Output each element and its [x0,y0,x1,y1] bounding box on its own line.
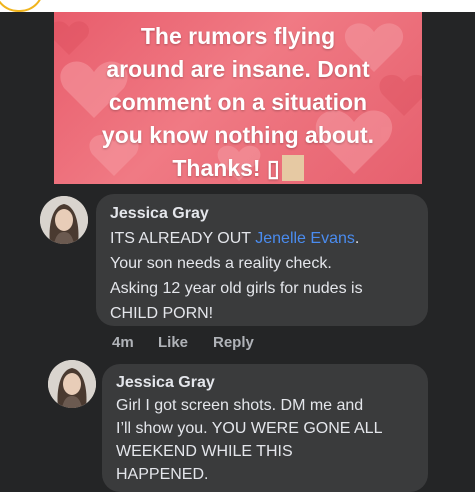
post-text-line: you know nothing about. [101,122,375,148]
comment-text-line: Girl I got screen shots. DM me and [116,397,364,414]
post-image[interactable]: The rumors flying around are insane. Don… [54,12,422,184]
comment-text-line: Your son needs a reality check. [110,255,332,272]
avatar-photo-icon [40,196,88,244]
mention-link[interactable]: Jenelle Evans [255,230,355,247]
bottom-strip [0,492,475,500]
post-text-thanks: Thanks! [172,155,261,181]
avatar[interactable] [40,196,88,244]
post-text-line: Thanks! ▯ [60,152,416,184]
post-text-line: The rumors flying [140,23,336,49]
emoji-icon [281,155,304,181]
comment-text: ITS ALREADY OUT [110,230,251,247]
comment-author[interactable]: Jessica Gray [110,205,209,223]
avatar-photo-icon [48,360,96,408]
emoji-placeholder-glyph: ▯ [266,155,280,181]
comment-author[interactable]: Jessica Gray [116,374,215,392]
comment-text-line: HAPPENED. [116,466,209,483]
comment-text-line: ITS ALREADY OUT Jenelle Evans. [110,227,359,251]
post-text-line: around are insane. Dont [106,56,370,82]
comment-text-line: Asking 12 year old girls for nudes is [110,280,363,297]
reply-button[interactable]: Reply [213,334,254,351]
comment-text-line: I’ll show you. YOU WERE GONE ALL [116,420,383,437]
post-text-line: comment on a situation [108,89,368,115]
like-button[interactable]: Like [158,334,188,351]
comment-bubble[interactable]: Jessica Gray ITS ALREADY OUT Jenelle Eva… [96,194,428,326]
comment-text-line: WEEKEND WHILE THIS [116,443,293,460]
avatar[interactable] [48,360,96,408]
comment-timestamp: 4m [112,334,134,351]
post-image-text: The rumors flying around are insane. Don… [60,20,416,184]
comment-text-line: CHILD PORN! [110,305,214,322]
comment-text: . [354,230,360,247]
comments-feed: The rumors flying around are insane. Don… [0,12,475,492]
comment-bubble[interactable]: Jessica Gray Girl I got screen shots. DM… [102,364,428,492]
top-strip [0,0,475,12]
